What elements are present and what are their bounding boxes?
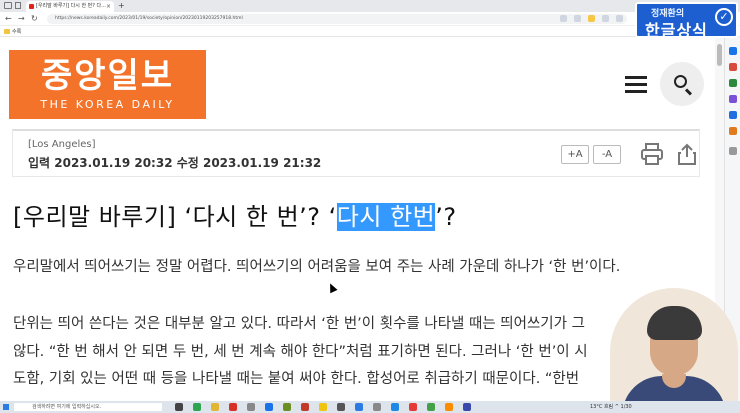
favorites-bar: 수록 [0, 27, 740, 37]
browser-tab-bar: [우리말 바루기] 다시 한 번? 다... × + [0, 0, 740, 12]
tools-icon[interactable] [729, 79, 737, 87]
app-icon[interactable] [463, 403, 471, 411]
mouse-cursor-icon [326, 281, 338, 294]
outlook-icon[interactable] [729, 111, 737, 119]
app-icon[interactable] [355, 403, 363, 411]
article-dates: 입력 2023.01.19 20:32 수정 2023.01.19 21:32 [28, 156, 322, 170]
games-icon[interactable] [729, 95, 737, 103]
browser-toolbar: ← → ↻ https://news.koreadaily.com/2023/0… [0, 12, 740, 26]
app-icon[interactable] [373, 403, 381, 411]
chrome-icon[interactable] [229, 403, 237, 411]
webcam-overlay [610, 288, 738, 413]
article-paragraph-line: 않다. “한 번 해서 안 되면 두 번, 세 번 계속 해야 한다”처럼 표기… [13, 344, 588, 360]
app-icon[interactable] [319, 403, 327, 411]
windows-taskbar: 검색하려면 여기에 입력하십시오. 13°C 흐림 ^ 1/30 [0, 401, 740, 413]
app-icon[interactable] [391, 403, 399, 411]
article-location: [Los Angeles] [28, 139, 96, 150]
favorite-star-icon[interactable] [588, 15, 595, 22]
app-icon[interactable] [409, 403, 417, 411]
article-paragraph-line: 단위는 띄어 쓴다는 것은 대부분 알고 있다. 따라서 ‘한 번’이 횟수를 … [13, 316, 585, 332]
zoom-icon[interactable] [574, 15, 581, 22]
channel-badge: 정재환의 한글상식 ✓ [635, 2, 738, 40]
task-view-icon[interactable] [175, 403, 183, 411]
logo-korean-text: 중앙일보 [40, 56, 175, 96]
search-icon-handle [684, 88, 693, 96]
search-icon [674, 75, 687, 88]
office-icon[interactable] [729, 127, 737, 135]
search-sidebar-icon[interactable] [729, 47, 737, 55]
app-icon[interactable] [427, 403, 435, 411]
reload-button[interactable]: ↻ [31, 12, 38, 26]
article-paragraph: 우리말에서 띄어쓰기는 정말 어렵다. 띄어쓰기의 어려움을 보여 주는 사례 … [13, 259, 621, 275]
font-increase-button[interactable]: +A [561, 145, 589, 164]
favorites-folder-label[interactable]: 수록 [12, 27, 21, 37]
share-icon[interactable] [677, 143, 697, 165]
add-sidebar-icon[interactable] [729, 147, 737, 155]
extensions-icon[interactable] [616, 15, 623, 22]
app-icon[interactable] [301, 403, 309, 411]
font-decrease-button[interactable]: -A [593, 145, 621, 164]
article-meta-box: [Los Angeles] 입력 2023.01.19 20:32 수정 202… [12, 129, 700, 177]
edge-icon[interactable] [265, 403, 273, 411]
tab-article[interactable]: [우리말 바루기] 다시 한 번? 다... × [26, 1, 114, 12]
article-paragraph-line: 도함, 기회 있는 어떤 때 등을 나타낼 때는 붙여 써야 한다. 합성어로 … [13, 371, 580, 387]
print-icon[interactable] [641, 143, 663, 165]
start-icon[interactable] [3, 404, 9, 410]
app-icon[interactable] [445, 403, 453, 411]
weather-status[interactable]: 13°C 흐림 ^ 1/30 [590, 401, 632, 413]
tab-title: [우리말 바루기] 다시 한 번? 다... [36, 3, 106, 9]
check-icon: ✓ [715, 8, 733, 26]
headline-selected-text[interactable]: 다시 한번 [336, 203, 436, 231]
logo-english-text: THE KOREA DAILY [40, 98, 175, 111]
presenter-hair [647, 306, 702, 340]
window-menu-icon[interactable] [4, 2, 12, 9]
new-tab-button[interactable]: + [118, 0, 125, 11]
back-button[interactable]: ← [5, 12, 12, 26]
app-icon[interactable] [283, 403, 291, 411]
file-explorer-icon[interactable] [211, 403, 219, 411]
app-icon[interactable] [193, 403, 201, 411]
taskbar-search-input[interactable]: 검색하려면 여기에 입력하십시오. [14, 403, 162, 411]
app-icon[interactable] [337, 403, 345, 411]
tab-close-icon[interactable]: × [106, 1, 111, 12]
hamburger-menu-icon[interactable] [625, 76, 647, 94]
badge-title: 한글상식 [645, 21, 708, 40]
scrollbar-thumb[interactable] [717, 44, 722, 66]
address-bar[interactable]: https://news.koreadaily.com/2023/01/19/s… [47, 14, 627, 24]
headline-prefix: [우리말 바루기] ‘다시 한 번’? ‘ [13, 203, 337, 231]
headline-suffix: ’? [435, 203, 457, 231]
shopping-icon[interactable] [729, 63, 737, 71]
site-logo[interactable]: 중앙일보 THE KOREA DAILY [9, 50, 206, 119]
read-aloud-icon[interactable] [560, 15, 567, 22]
tab-actions-icon[interactable] [15, 2, 21, 9]
site-favicon-icon [29, 4, 34, 9]
folder-icon [4, 29, 10, 34]
article-headline: [우리말 바루기] ‘다시 한 번’? ‘다시 한번’? [13, 199, 457, 235]
app-icon[interactable] [247, 403, 255, 411]
forward-button[interactable]: → [18, 12, 25, 26]
collections-icon[interactable] [602, 15, 609, 22]
search-button[interactable] [660, 62, 704, 106]
